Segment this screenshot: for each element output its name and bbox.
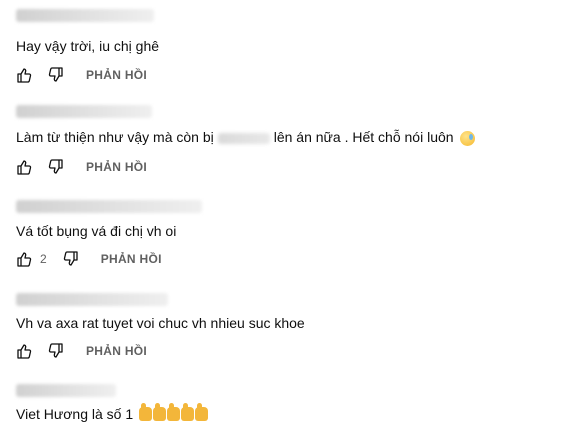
thumbs-up-icon[interactable]	[16, 343, 32, 359]
comment-item: Vá tốt bụng vá đi chị vh oi 2 PHẢN HỒI	[16, 180, 570, 280]
comment-text-part: lên án nữa . Hết chỗ nói luôn	[273, 129, 454, 145]
comment-actions: PHẢN HỒI	[16, 159, 147, 175]
comment-text-part: Làm từ thiện như vậy mà còn bị	[16, 129, 214, 145]
reply-button[interactable]: PHẢN HỒI	[86, 344, 147, 358]
comment-item: Hay vậy trời, iu chị ghê PHẢN HỒI	[16, 0, 570, 85]
thumbs-up-icon[interactable]	[16, 67, 32, 83]
comment-text: Hay vậy trời, iu chị ghê	[16, 38, 160, 54]
comment-text: Viet Hương là số 1	[16, 403, 209, 425]
author-name-blurred[interactable]	[16, 200, 202, 213]
thumbs-down-icon[interactable]	[63, 251, 79, 267]
comment-item: Làm từ thiện như vậy mà còn bị lên án nữa…	[16, 85, 570, 180]
thumbs-down-icon[interactable]	[48, 67, 64, 83]
comment-actions: PHẢN HỒI	[16, 67, 147, 83]
comment-text: Làm từ thiện như vậy mà còn bị lên án nữa…	[16, 128, 476, 146]
thumbs-up-icon[interactable]	[16, 251, 32, 267]
author-name-blurred[interactable]	[16, 9, 154, 22]
comment-text: Vá tốt bụng vá đi chị vh oi	[16, 223, 177, 239]
author-name-blurred[interactable]	[16, 384, 116, 397]
author-name-blurred[interactable]	[16, 293, 168, 306]
thumbs-down-icon[interactable]	[48, 159, 64, 175]
reply-button[interactable]: PHẢN HỒI	[86, 160, 147, 174]
reply-button[interactable]: PHẢN HỒI	[101, 252, 162, 266]
thumbs-down-icon[interactable]	[48, 343, 64, 359]
like-count: 2	[40, 252, 47, 266]
thumbs-up-icon[interactable]	[16, 159, 32, 175]
reply-button[interactable]: PHẢN HỒI	[86, 68, 147, 82]
comment-actions: 2 PHẢN HỒI	[16, 251, 162, 267]
redacted-name	[217, 132, 270, 144]
author-name-blurred[interactable]	[16, 105, 152, 118]
comment-text-part: Viet Hương là số 1	[16, 406, 134, 422]
comment-item: Viet Hương là số 1	[16, 375, 570, 428]
comment-text: Vh va axa rat tuyet voi chuc vh nhieu su…	[16, 315, 305, 331]
comment-item: Vh va axa rat tuyet voi chuc vh nhieu su…	[16, 280, 570, 375]
thumbs-up-emoji-icon	[139, 403, 209, 425]
sad-face-emoji-icon	[460, 130, 476, 146]
comment-actions: PHẢN HỒI	[16, 343, 147, 359]
